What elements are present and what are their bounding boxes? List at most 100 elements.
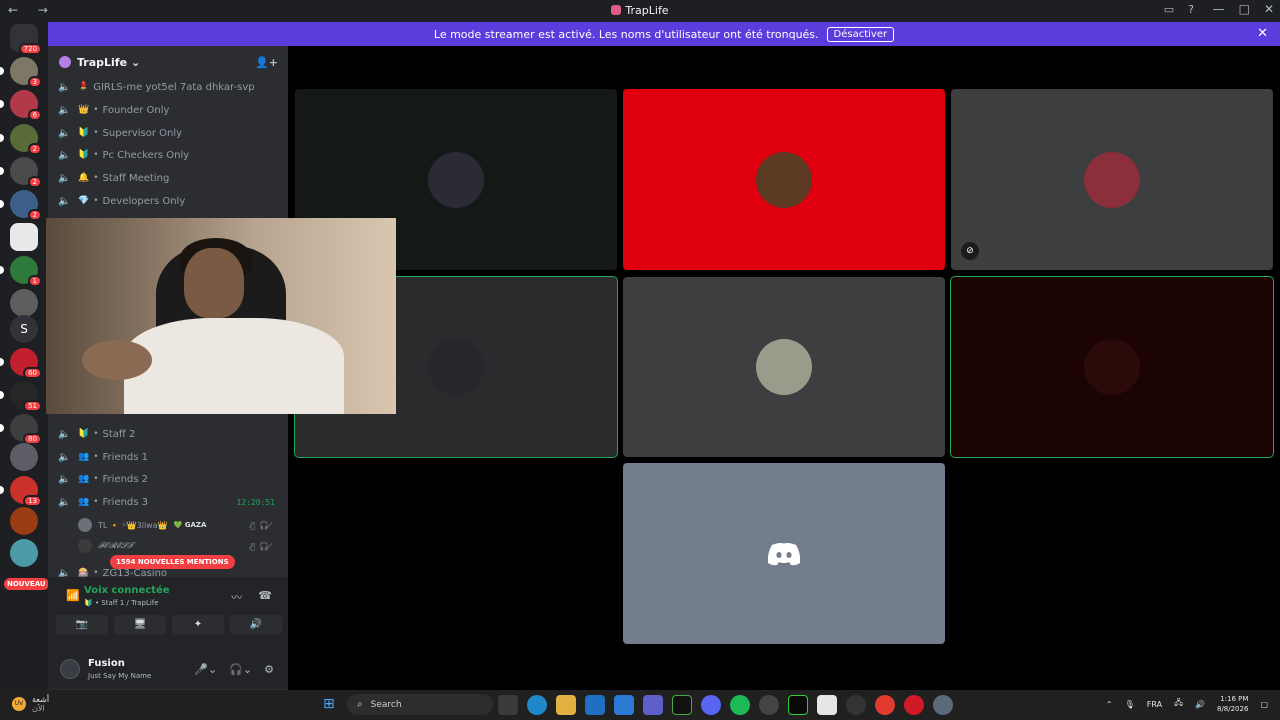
server-icon-11[interactable] (10, 443, 38, 471)
clock-date: 8/8/2026 (1216, 705, 1249, 713)
server-icon-6[interactable]: 1 (0, 256, 42, 287)
settings-icon[interactable] (933, 695, 953, 715)
camera-button[interactable]: 📷 (56, 615, 108, 635)
server-icon-7[interactable] (10, 289, 38, 317)
channel-emoji: 🔰 (78, 429, 90, 439)
task-view-icon[interactable] (498, 695, 518, 715)
participant-tile[interactable]: ⊘ (951, 89, 1273, 270)
server-icon-14[interactable] (10, 539, 38, 567)
voice-channel[interactable]: 🔈 💄 GIRLS-me yot5el 7ata dhkar-svp (58, 77, 283, 97)
server-icon-8[interactable]: 60 (0, 348, 42, 379)
channel-emoji: 🔔 (78, 173, 90, 183)
avatar (1084, 151, 1140, 208)
voice-channel[interactable]: 🔈 🔰 • Pc Checkers Only (58, 145, 283, 165)
new-mentions-pill[interactable]: 1594 NOUVELLES MENTIONS (110, 555, 235, 569)
gear-icon[interactable]: ⚙ (264, 663, 274, 676)
clock[interactable]: 1:16 PM 8/8/2026 (1217, 694, 1248, 714)
voice-channel[interactable]: 🔈 💎 • Developers Only (58, 191, 283, 211)
avatar[interactable] (60, 659, 80, 679)
channel-emoji: 🔰 (78, 128, 90, 138)
store-icon[interactable] (614, 695, 634, 715)
server-icon-10[interactable]: 80 (0, 414, 42, 445)
app-icon[interactable] (846, 695, 866, 715)
channel-emoji: 👥 (78, 452, 90, 462)
help-icon[interactable]: ? (1188, 3, 1194, 16)
server-badge: 60 (23, 367, 42, 379)
channel-emoji: 👥 (78, 497, 90, 507)
obs-icon[interactable] (759, 695, 779, 715)
calculator-icon[interactable] (817, 695, 837, 715)
home-button[interactable]: 720 (10, 24, 42, 55)
voice-channel[interactable]: 🔈 🔰 • Staff 2 (58, 424, 283, 444)
username[interactable]: Fusion (88, 658, 125, 669)
participant-tile-speaking[interactable] (950, 276, 1274, 458)
close-icon[interactable]: ✕ (1257, 26, 1268, 41)
notification-icon[interactable]: ▢ (1260, 700, 1268, 709)
server-icon-5[interactable]: 2 (0, 190, 42, 221)
headphones-icon[interactable]: 🎧⌄ (229, 663, 252, 676)
server-icon-s[interactable]: S (10, 315, 38, 343)
server-icon-4[interactable]: 2 (0, 157, 42, 188)
participant-tile[interactable] (623, 277, 945, 457)
weather-widget[interactable]: UV أشعة الآن (12, 695, 49, 713)
chrome-icon[interactable] (875, 695, 895, 715)
invite-people-icon[interactable]: 👤+ (255, 56, 278, 69)
edge-icon[interactable] (527, 695, 547, 715)
disable-streamer-button[interactable]: Désactiver (826, 26, 895, 42)
teams-icon[interactable] (643, 695, 663, 715)
microphone-icon[interactable]: 🎤⌄ (194, 663, 217, 676)
voice-channel-path[interactable]: 🔰 • Staff 1 / TrapLife (84, 599, 159, 607)
voice-member[interactable]: 𝓕𝓞𝓡𝓔𝓢𝓣 🎙̸🎧̸ (78, 537, 283, 555)
maximize-button[interactable]: □ (1239, 2, 1250, 16)
chevron-up-icon[interactable]: ⌃ (1106, 700, 1113, 709)
server-icon-traplife[interactable] (10, 223, 38, 251)
minimize-button[interactable]: — (1213, 2, 1225, 16)
clock-time: 1:16 PM (1220, 695, 1249, 703)
outlook-icon[interactable] (585, 695, 605, 715)
signal-icon[interactable]: 📶 (66, 589, 80, 602)
server-icon-9[interactable]: 51 (0, 381, 42, 412)
screen-share-button[interactable]: 🖥 (114, 615, 166, 635)
network-icon[interactable]: 🖧 (1174, 697, 1183, 711)
discord-icon[interactable] (701, 695, 721, 715)
server-badge: 2 (27, 143, 42, 155)
server-icon-2[interactable]: 6 (0, 90, 42, 121)
volume-icon[interactable]: 🔊 (1195, 700, 1205, 709)
member-tag: 💚 GAZA (173, 521, 207, 529)
new-unreads-pill[interactable]: NOUVEAU (4, 578, 49, 590)
channel-label: Friends 1 (102, 451, 149, 463)
voice-channel[interactable]: 🔈 👥 • Friends 2 (58, 469, 283, 489)
voice-channel[interactable]: 🔈 👥 • Friends 1 (58, 447, 283, 467)
participant-tile[interactable] (623, 463, 945, 644)
voice-channel[interactable]: 🔈 👑 • Founder Only (58, 100, 283, 120)
voice-channel[interactable]: 🔈 🔔 • Staff Meeting (58, 168, 283, 188)
server-badge: 2 (27, 176, 42, 188)
windows-start-icon[interactable]: ⊞ (323, 696, 339, 712)
server-icon-12[interactable]: 13 (0, 476, 42, 507)
soundboard-button[interactable]: 🔊 (230, 615, 282, 635)
voice-status[interactable]: Voix connectée (84, 585, 170, 596)
weather-sub: الآن (32, 704, 45, 713)
server-icon-1[interactable]: 3 (0, 57, 42, 88)
microphone-tray-icon[interactable]: 🎙 (1125, 700, 1135, 709)
file-explorer-icon[interactable] (556, 695, 576, 715)
inbox-icon[interactable]: ▭ (1164, 3, 1174, 16)
spotify-icon[interactable] (730, 695, 750, 715)
nvidia-icon[interactable] (788, 695, 808, 715)
voice-member[interactable]: TL 🔸 ᴸᴵ👑3liwa👑 💚 GAZA 🎙̸🎧̸ (78, 516, 283, 534)
activities-button[interactable]: ✦ (172, 615, 224, 635)
voice-channel-active[interactable]: 🔈 👥 • Friends 3 12:20:51 (58, 492, 283, 512)
disconnect-icon[interactable]: ☎ (258, 589, 272, 605)
server-icon-13[interactable] (10, 507, 38, 535)
language-indicator[interactable]: FRA (1147, 700, 1162, 709)
opera-icon[interactable] (904, 695, 924, 715)
noise-suppression-icon[interactable]: 〰 (231, 589, 242, 605)
participant-tile[interactable] (623, 89, 945, 270)
terminal-icon[interactable] (672, 695, 692, 715)
server-header[interactable]: TrapLife ⌄ 👤+ (48, 46, 288, 78)
streamer-mode-banner: Le mode streamer est activé. Les noms d'… (48, 22, 1280, 46)
voice-channel[interactable]: 🔈 🔰 • Supervisor Only (58, 123, 283, 143)
taskbar-search[interactable]: ⌕ Search (347, 694, 493, 715)
server-icon-3[interactable]: 2 (0, 124, 42, 155)
close-window-button[interactable]: ✕ (1264, 2, 1274, 16)
